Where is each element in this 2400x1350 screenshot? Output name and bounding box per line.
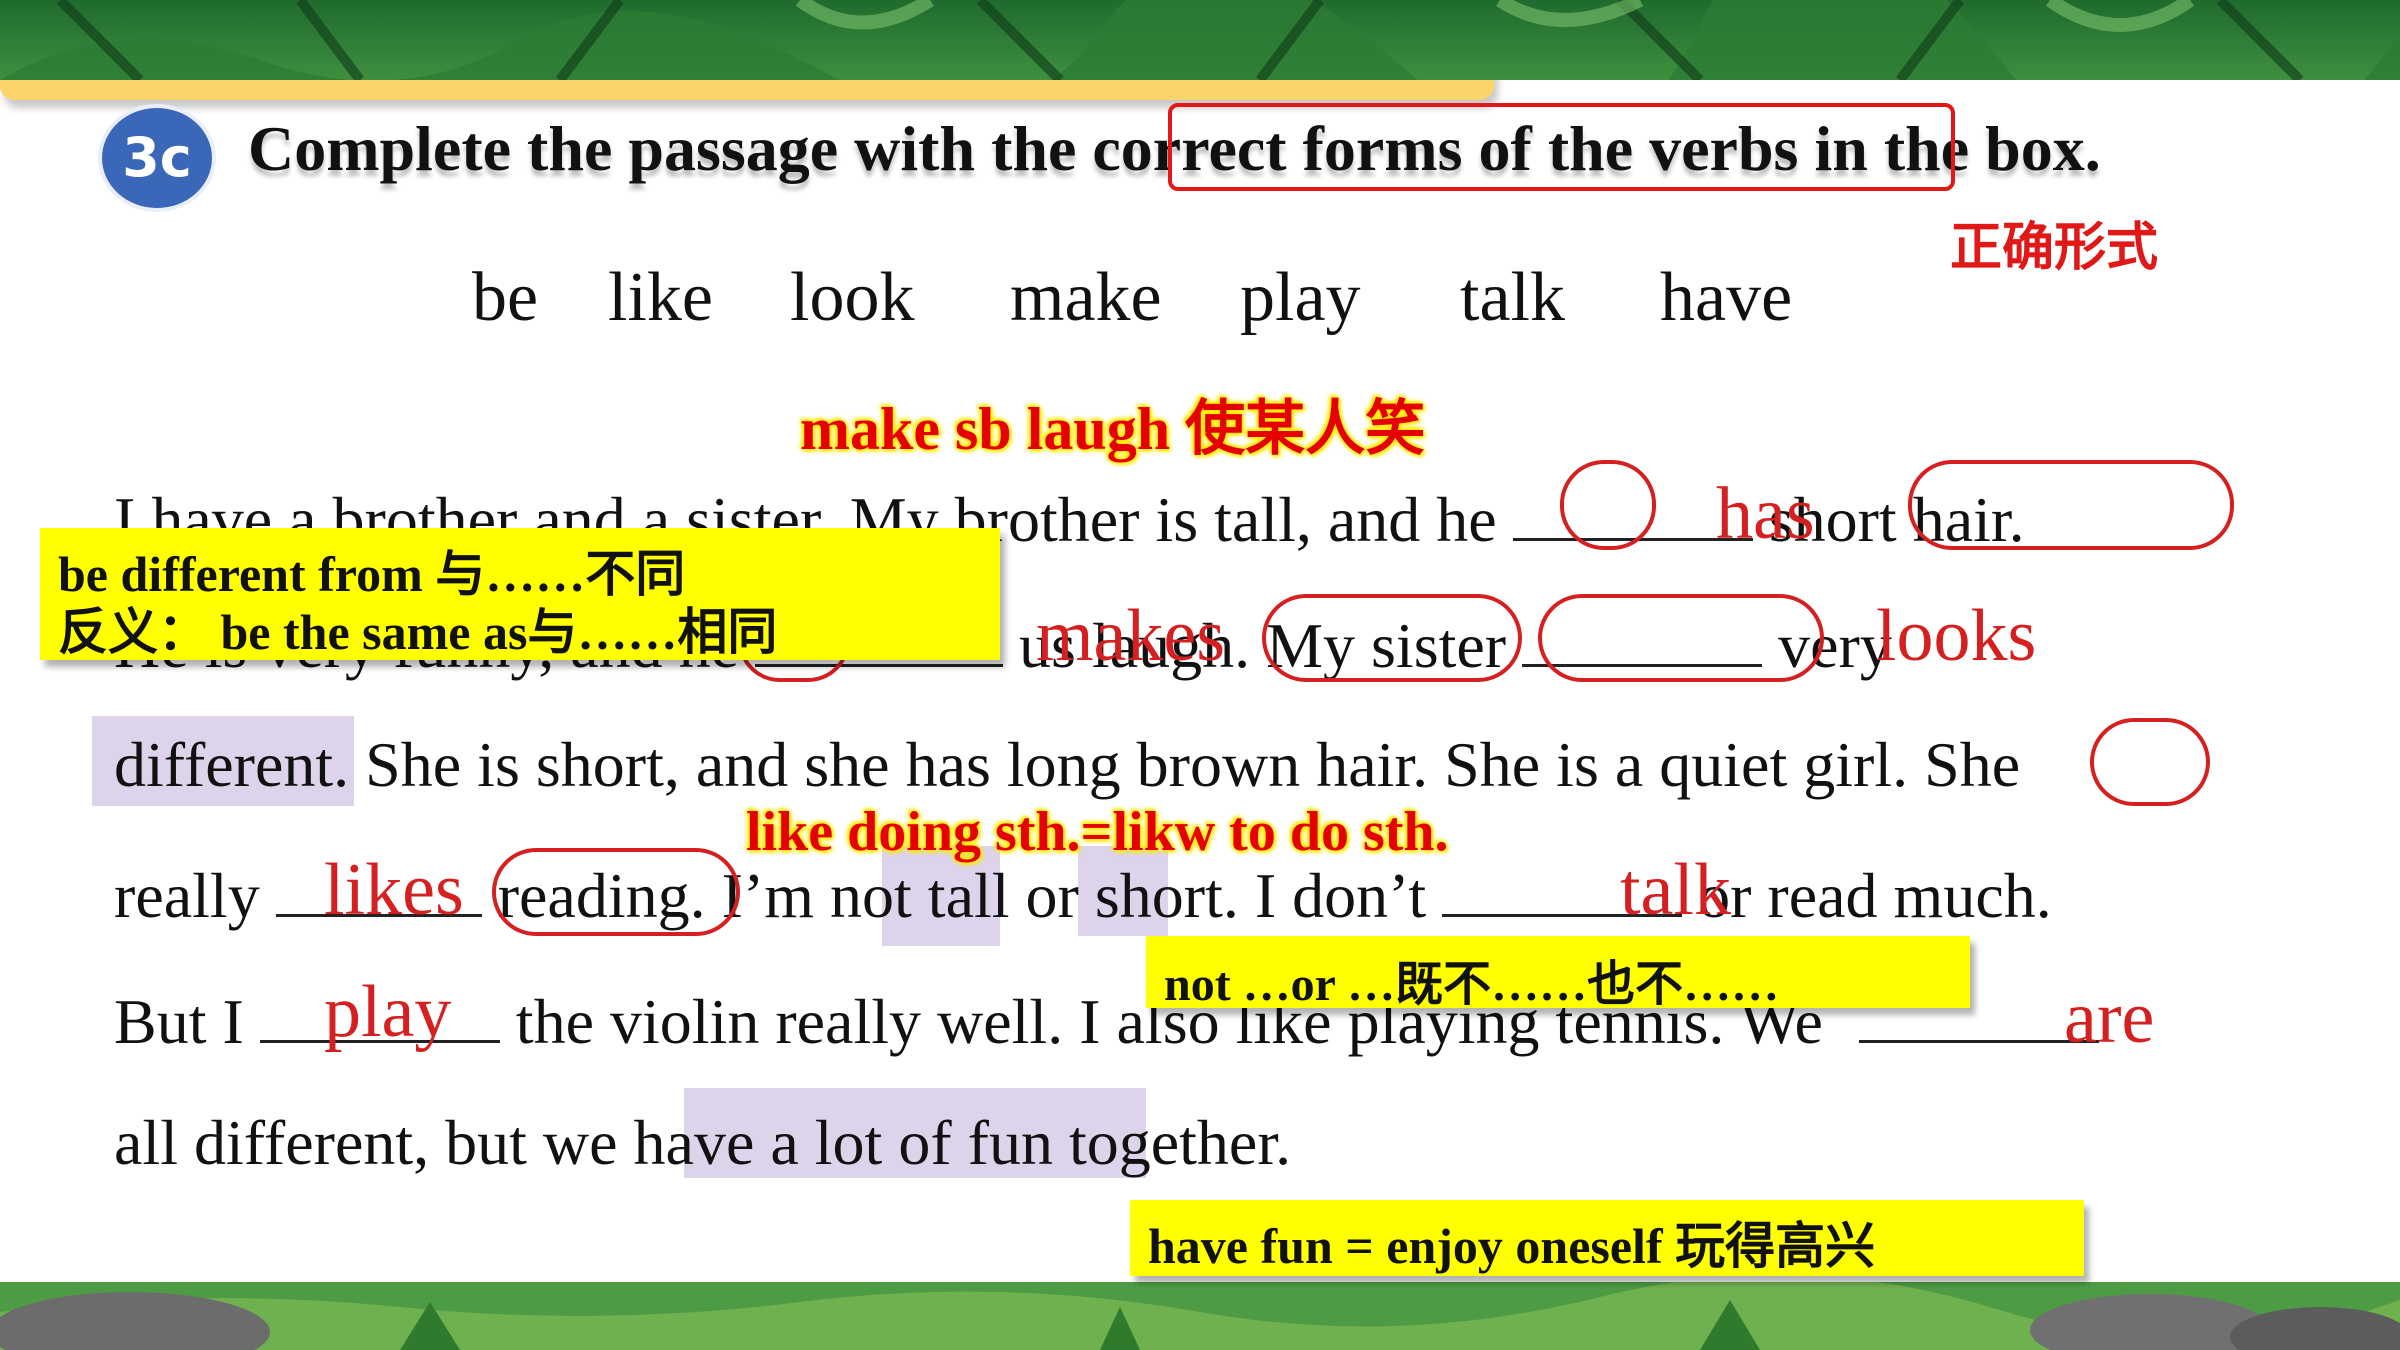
ring-he (1560, 460, 1656, 550)
word-have: have (1660, 259, 1793, 336)
answer-likes: likes (324, 849, 464, 931)
word-look: look (790, 259, 915, 336)
ring-she (2090, 718, 2210, 806)
note-be-different-line-2: 反义： be the same as与……相同 (58, 604, 778, 660)
note-have-fun: have fun = enjoy oneself 玩得高兴 (1148, 1218, 1876, 1274)
answer-makes: makes (1036, 595, 1226, 677)
answer-talk: talk (1620, 849, 1731, 931)
exercise-badge: 3c (98, 104, 216, 212)
ring-my-sister (1538, 594, 1824, 682)
ring-reading (492, 848, 740, 936)
ring-us-laugh (1262, 594, 1522, 682)
answer-looks: looks (1876, 595, 2037, 677)
word-be: be (472, 259, 539, 336)
passage-line-6: all different, but we have a lot of fun … (114, 1107, 1292, 1178)
word-make: make (1010, 259, 1162, 336)
answer-has: has (1716, 473, 1815, 555)
answer-play: play (324, 971, 452, 1053)
instruction-highlight-ring (1168, 103, 1955, 191)
note-not-or: not …or …既不……也不…… (1164, 958, 1780, 1011)
note-like-doing: like doing sth.=likw to do sth. (746, 801, 1449, 863)
answer-are: are (2064, 977, 2155, 1059)
note-make-sb-laugh: make sb laugh 使某人笑 (800, 396, 1426, 462)
word-talk: talk (1460, 259, 1565, 336)
jungle-top-banner (0, 0, 2400, 80)
word-play: play (1240, 259, 1361, 336)
correct-forms-label: 正确形式 (1950, 218, 2159, 278)
passage-line-3: different. She is short, and she has lon… (114, 729, 2021, 800)
word-like: like (608, 259, 713, 336)
jungle-bottom-banner (0, 1282, 2400, 1350)
ring-short-hair (1908, 460, 2234, 550)
